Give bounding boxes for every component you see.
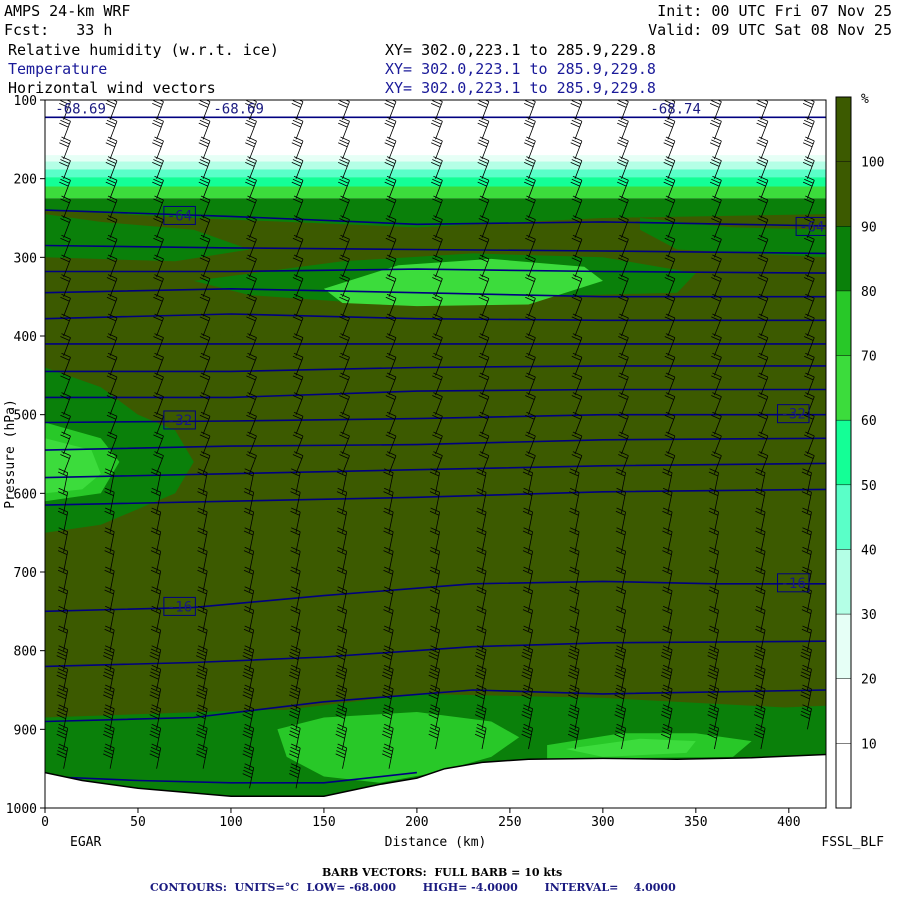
wind-barb [802,100,815,120]
wind-barb [709,100,722,120]
y-tick-label: 900 [14,723,37,738]
colorbar-band [836,226,851,291]
wind-barb [524,100,536,120]
colorbar-label: 20 [861,673,877,688]
wind-barb [431,116,443,140]
wind-barb [198,116,211,140]
contour-label: -68.69 [55,101,106,117]
x-tick-label: 150 [312,815,335,830]
colorbar-band [836,743,851,808]
colorbar-unit: % [861,92,869,107]
contour-label: -16 [781,576,806,592]
colorbar-label: 100 [861,156,884,171]
contour-label: -32 [781,407,806,423]
contour-legend: CONTOURS: UNITS=°C LOW= -68.000 HIGH= -4… [150,881,676,894]
wind-barb [291,116,304,140]
cross-section-chart: -68.69 -68.69 -68.74 -64 -64 -32 -32 -16 -16 0 50… [3,92,884,850]
colorbar-band [836,161,851,227]
y-tick-label: 800 [14,645,37,660]
wind-barb [384,100,397,120]
x-tick-label: 400 [777,815,800,830]
colorbar-label: 30 [861,608,877,623]
contour-label: -32 [167,413,192,429]
wind-barb [152,100,164,120]
wind-barb [152,116,164,140]
wind-barb [570,100,583,120]
y-tick-label: 200 [14,173,37,188]
x-tick-label: 300 [591,815,614,830]
contour-label: -64 [167,208,192,224]
barb-legend: BARB VECTORS: FULL BARB = 10 kts [322,866,563,879]
wind-barb [105,116,118,140]
x-tick-label: 0 [41,815,49,830]
wind-barb [338,116,350,140]
wind-barb [245,116,257,140]
colorbar-band [836,290,851,356]
wind-barb [477,116,490,140]
colorbar-band [836,355,851,421]
x-tick-label: 350 [684,815,707,830]
right-station-label: FSSL_BLF [821,835,884,850]
y-tick-label: 400 [14,330,37,345]
colorbar-band [836,97,851,162]
contour-label: -68.69 [213,101,264,117]
wind-barb [291,100,304,120]
x-tick-label: 250 [498,815,521,830]
left-station-label: EGAR [70,835,101,850]
wind-barb [617,116,629,140]
wind-barb [709,116,722,140]
x-tick-label: 200 [405,815,428,830]
colorbar-label: 60 [861,414,877,429]
wind-barb [198,100,211,120]
wind-barb [570,116,583,140]
colorbar: 10 20 30 40 50 60 70 80 90 100% [835,92,884,809]
wind-barb [384,116,397,140]
wind-barb [431,100,443,120]
y-tick-label: 1000 [6,802,37,817]
y-tick-label: 300 [14,251,37,266]
wind-barb [663,116,676,140]
wind-barb [59,116,71,140]
contour-label: -64 [799,219,824,235]
rh-band-1 [45,169,826,178]
contour-label: -68.74 [650,101,701,117]
wind-barb [802,116,815,140]
colorbar-label: 80 [861,285,877,300]
contour-label: -16 [167,599,192,615]
wind-barb [756,116,769,140]
colorbar-label: 90 [861,220,877,235]
wind-barb [756,100,769,120]
x-axis-label: Distance (km) [385,835,487,850]
colorbar-band [836,678,851,744]
wind-barb [477,100,490,120]
colorbar-label: 70 [861,350,877,365]
x-tick-label: 100 [219,815,242,830]
x-tick-label: 50 [130,815,146,830]
wind-barb [338,100,350,120]
colorbar-band [836,484,851,550]
colorbar-band [836,549,851,615]
colorbar-band [836,614,851,679]
colorbar-label: 10 [861,737,877,752]
colorbar-label: 40 [861,543,877,558]
y-tick-label: 100 [14,94,37,109]
colorbar-band [836,420,851,485]
rh-band-2 [45,161,826,170]
y-axis-label: Pressure (hPa) [3,399,18,509]
wind-barb [524,116,536,140]
wind-barb [617,100,629,120]
wind-barb [105,100,118,120]
colorbar-label: 50 [861,479,877,494]
y-tick-label: 700 [14,566,37,581]
